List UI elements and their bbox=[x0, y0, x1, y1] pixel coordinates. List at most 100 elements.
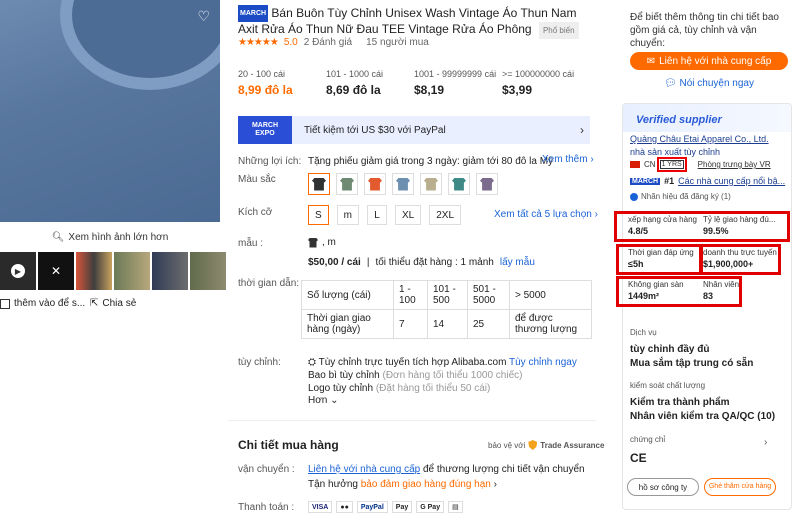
color-swatch[interactable] bbox=[448, 173, 470, 195]
color-swatch[interactable] bbox=[336, 173, 358, 195]
table-cell: > 5000 bbox=[509, 280, 592, 310]
stat-value: 4.8/5 bbox=[628, 226, 649, 236]
checkbox-icon[interactable] bbox=[0, 298, 10, 309]
tier-qty: 1001 - 99999999 cái bbox=[414, 69, 497, 79]
lead-time-label: thời gian dẫn: bbox=[238, 278, 300, 289]
contact-supplier-link[interactable]: Liên hệ với nhà cung cấp bbox=[308, 464, 420, 475]
stat-store-rating: xếp hạng cửa hàng 4.8/5 bbox=[628, 215, 697, 236]
chat-icon: 💬︎ bbox=[664, 78, 677, 89]
custom-logo-note: (Đặt hàng tối thiểu 50 cái) bbox=[375, 383, 491, 394]
size-option[interactable]: XL bbox=[395, 205, 422, 225]
payment-methods: VISA ●● PayPal Pay G Pay ▤ bbox=[308, 501, 463, 513]
protect-label: bảo vệ với bbox=[488, 440, 526, 450]
country-code: CN bbox=[644, 160, 656, 169]
stat-value: ≤5h bbox=[628, 259, 644, 269]
thumbnail-image[interactable] bbox=[114, 252, 150, 290]
thumbnail-image[interactable] bbox=[152, 252, 188, 290]
tier-qty: 20 - 100 cái bbox=[238, 69, 286, 79]
supplier-name-link[interactable]: Quảng Châu Etai Apparel Co., Ltd. bbox=[630, 134, 769, 144]
style-selection[interactable]: , m bbox=[308, 237, 336, 248]
sample-price: $50,00 / cái bbox=[308, 257, 361, 268]
video-thumbnail[interactable]: ▶ bbox=[0, 252, 36, 290]
style-label: mẫu : bbox=[238, 238, 264, 249]
lead-time-table: Số lượng (cái) 1 - 100 101 - 500 501 - 5… bbox=[301, 280, 592, 339]
divider bbox=[228, 420, 596, 421]
table-cell: Thời gian giao hàng (ngày) bbox=[301, 309, 394, 339]
size-option[interactable]: L bbox=[367, 205, 388, 225]
table-cell: 14 bbox=[427, 309, 468, 339]
stat-delivery-rate: Tỷ lệ giao hàng đú... 99.5% bbox=[703, 215, 776, 236]
more-customization-toggle[interactable]: Hơn ⌄ bbox=[308, 395, 339, 406]
share-button[interactable]: ⇱ Chia sẻ bbox=[90, 298, 136, 309]
shipping-text: để thương lượng chi tiết vận chuyển bbox=[422, 464, 585, 475]
table-cell: 7 bbox=[393, 309, 428, 339]
thumbnail-image[interactable] bbox=[190, 252, 226, 290]
check-circle-icon bbox=[630, 192, 638, 201]
color-swatch[interactable] bbox=[476, 173, 498, 195]
qc-item: Nhân viên kiểm tra QA/QC (10) bbox=[630, 411, 776, 422]
purchase-details-title: Chi tiết mua hàng bbox=[238, 438, 339, 452]
view-larger-link[interactable]: 🔍︎ Xem hình ảnh lớn hơn bbox=[0, 228, 220, 246]
see-all-sizes-link[interactable]: Xem tất cả 5 lựa chọn › bbox=[494, 209, 598, 220]
registered-trademark: Nhãn hiệu đã đăng ký (1) bbox=[630, 192, 731, 201]
company-profile-button[interactable]: hồ sơ công ty bbox=[627, 478, 699, 496]
customize-now-link[interactable]: Tùy chỉnh ngay bbox=[509, 357, 577, 368]
vr-showroom-link[interactable]: Phòng trưng bày VR bbox=[698, 160, 771, 169]
color-swatch[interactable] bbox=[308, 173, 330, 195]
custom-packaging-text: Bao bì tùy chỉnh bbox=[308, 370, 380, 381]
play-icon: ▶ bbox=[11, 264, 25, 278]
rating-value: 5.0 bbox=[283, 37, 298, 48]
thumbnail-logo[interactable]: ✕ bbox=[38, 252, 74, 290]
qc-item: Kiểm tra thành phẩm bbox=[630, 397, 730, 408]
contact-supplier-label: Liên hệ với nhà cung cấp bbox=[659, 55, 772, 67]
tier-price: $8,19 bbox=[414, 83, 445, 97]
thumbnail-image[interactable] bbox=[76, 252, 112, 290]
color-swatch[interactable] bbox=[420, 173, 442, 195]
table-cell: 25 bbox=[467, 309, 510, 339]
tshirt-icon bbox=[396, 177, 410, 191]
magnifier-icon: 🔍︎ bbox=[51, 231, 65, 243]
shipping-label: vận chuyển : bbox=[238, 464, 295, 475]
payment-method-icon: Pay bbox=[391, 501, 413, 513]
visit-store-button[interactable]: Ghé thăm cửa hàng bbox=[704, 478, 776, 496]
tshirt-icon bbox=[340, 177, 354, 191]
table-row: Số lượng (cái) 1 - 100 101 - 500 501 - 5… bbox=[301, 280, 592, 310]
favorite-heart-icon[interactable]: ♡ bbox=[197, 8, 210, 25]
stat-label: Thời gian đáp ứng bbox=[628, 248, 694, 257]
certificates-label: chứng chỉ bbox=[630, 435, 666, 444]
color-swatch[interactable] bbox=[392, 173, 414, 195]
table-cell: Số lượng (cái) bbox=[301, 280, 394, 310]
reviews-link[interactable]: 2 Đánh giá bbox=[304, 37, 352, 48]
color-swatch[interactable] bbox=[364, 173, 386, 195]
rank-text: Các nhà cung cấp nổi bậ... bbox=[678, 176, 786, 186]
supplier-ranking[interactable]: MARCH #1 Các nhà cung cấp nổi bậ... bbox=[630, 176, 785, 186]
style-value: , m bbox=[322, 237, 336, 248]
on-time-delivery-link[interactable]: bảo đảm giao hàng đúng hạn bbox=[361, 479, 491, 490]
see-more-link[interactable]: Xem thêm › bbox=[542, 154, 594, 165]
size-option[interactable]: m bbox=[336, 205, 360, 225]
shipping-info: Liên hệ với nhà cung cấp để thương lượng… bbox=[308, 464, 585, 475]
chevron-right-icon[interactable]: › bbox=[764, 437, 767, 448]
service-item: tùy chỉnh đầy đủ bbox=[630, 344, 710, 355]
sample-min-order: tối thiểu đặt hàng : 1 mảnh bbox=[375, 257, 494, 268]
share-label: Chia sẻ bbox=[102, 298, 137, 309]
march-badge: MARCH bbox=[630, 177, 661, 185]
main-product-image[interactable]: ♡ bbox=[0, 0, 220, 222]
custom-online-row: ⛭ Tùy chỉnh trực tuyến tích hợp Alibaba.… bbox=[308, 357, 577, 368]
contact-supplier-button[interactable]: ✉ Liên hệ với nhà cung cấp bbox=[630, 52, 788, 70]
stat-label: xếp hạng cửa hàng bbox=[628, 215, 697, 224]
trade-assurance[interactable]: bảo vệ với Trade Assurance bbox=[488, 440, 604, 450]
rating-row: ★★★★★ 5.0 2 Đánh giá 15 người mua bbox=[238, 37, 429, 48]
services-label: Dịch vụ bbox=[630, 328, 657, 337]
chat-now-button[interactable]: 💬︎ Nói chuyện ngay bbox=[630, 78, 788, 89]
table-cell: để được thương lượng bbox=[509, 309, 592, 339]
size-option[interactable]: S bbox=[308, 205, 329, 225]
add-to-favorites[interactable]: thêm vào để s... bbox=[0, 298, 85, 309]
star-rating-icon: ★★★★★ bbox=[238, 37, 279, 48]
tier-qty: >= 100000000 cái bbox=[502, 69, 575, 79]
custom-online-text: Tùy chỉnh trực tuyến tích hợp Alibaba.co… bbox=[318, 357, 507, 368]
size-option[interactable]: 2XL bbox=[429, 205, 462, 225]
paypal-promo-banner[interactable]: MARCH EXPO Tiết kiệm tới US $30 với PayP… bbox=[238, 116, 590, 144]
get-sample-link[interactable]: lấy mẫu bbox=[500, 257, 535, 268]
popular-tag: Phổ biến bbox=[538, 22, 579, 39]
